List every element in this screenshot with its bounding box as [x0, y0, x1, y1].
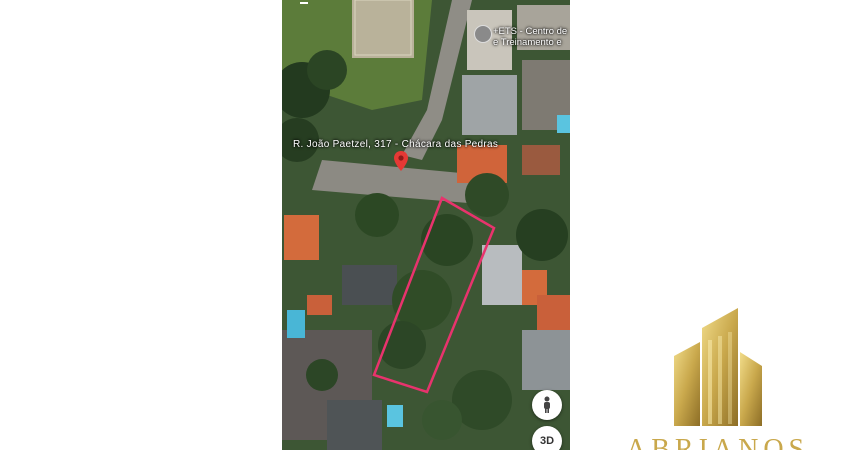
view-3d-button[interactable]: 3D — [532, 426, 562, 450]
poi-marker-icon[interactable] — [474, 25, 492, 43]
location-pin-icon[interactable] — [394, 151, 408, 171]
street-address-label: R. João Paetzel, 317 - Chácara das Pedra… — [293, 139, 499, 150]
lot-outline — [372, 196, 496, 394]
poi-label[interactable]: +ETS - Centro de e Treinamento e — [493, 26, 567, 48]
menu-dash-icon[interactable] — [300, 2, 308, 4]
brand-logo: ABRIANOS — [610, 300, 850, 450]
pegman-icon — [544, 396, 550, 413]
property-boundary — [372, 196, 496, 394]
view-3d-label: 3D — [539, 435, 555, 447]
building-logo-icon — [674, 308, 762, 426]
poi-label-line1: +ETS - Centro de — [493, 26, 568, 37]
street-view-button[interactable] — [532, 390, 562, 420]
poi-label-line2: e Treinamento e — [493, 37, 562, 48]
brand-name: ABRIANOS — [626, 434, 810, 450]
satellite-map[interactable]: +ETS - Centro de e Treinamento e R. João… — [282, 0, 570, 450]
